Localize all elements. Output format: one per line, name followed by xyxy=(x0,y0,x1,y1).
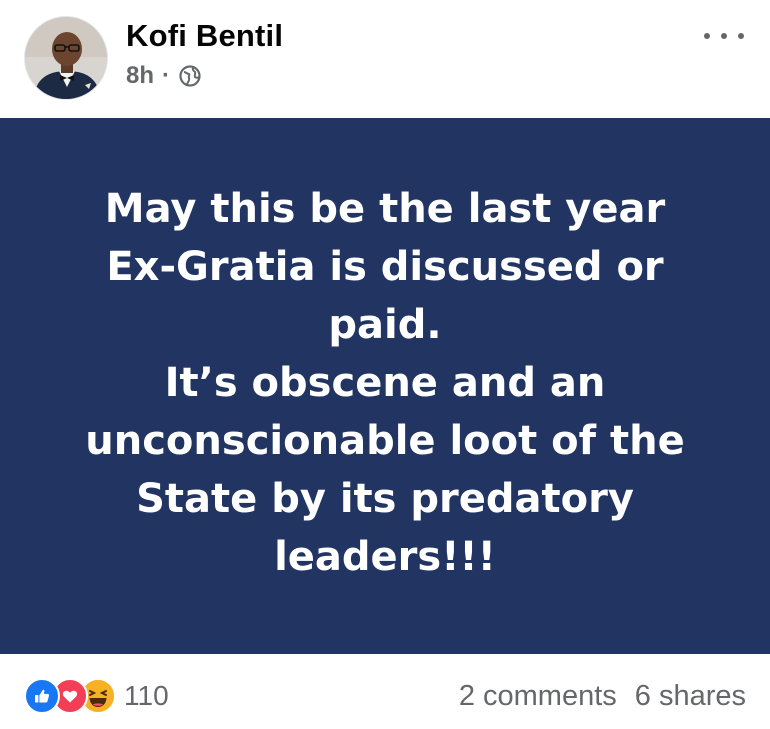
reactions-summary[interactable]: 110 xyxy=(24,678,169,714)
meta-separator: · xyxy=(162,62,171,89)
post-footer: 110 2 comments 6 shares xyxy=(0,654,770,729)
comments-count-link[interactable]: 2 comments xyxy=(459,680,617,713)
more-dot xyxy=(738,33,744,39)
text-background-post[interactable]: May this be the last year Ex-Gratia is d… xyxy=(0,118,770,654)
post-meta: 8h · xyxy=(126,62,202,90)
post-message: May this be the last year Ex-Gratia is d… xyxy=(55,180,715,586)
engagement-stats: 2 comments 6 shares xyxy=(459,680,746,713)
avatar[interactable] xyxy=(24,16,108,100)
message-line: paid. xyxy=(328,302,442,348)
message-line: It’s obscene and an xyxy=(164,360,606,406)
post-header: Kofi Bentil 8h · xyxy=(0,0,770,118)
like-icon xyxy=(24,678,60,714)
post-time[interactable]: 8h xyxy=(126,62,154,90)
globe-icon[interactable] xyxy=(178,64,202,88)
message-line: State by its predatory xyxy=(136,476,634,522)
message-line: leaders!!! xyxy=(274,534,496,580)
message-line: unconscionable loot of the xyxy=(85,418,685,464)
avatar-photo xyxy=(25,17,107,99)
message-line: Ex-Gratia is discussed or xyxy=(106,244,664,290)
more-horizontal-icon xyxy=(704,33,710,39)
author-name[interactable]: Kofi Bentil xyxy=(126,18,283,54)
more-options-button[interactable] xyxy=(704,22,744,50)
shares-count-link[interactable]: 6 shares xyxy=(635,680,746,713)
facebook-post: Kofi Bentil 8h · May this be the last ye… xyxy=(0,0,770,729)
more-dot xyxy=(721,33,727,39)
message-line: May this be the last year xyxy=(104,186,666,232)
reaction-count: 110 xyxy=(124,680,169,711)
